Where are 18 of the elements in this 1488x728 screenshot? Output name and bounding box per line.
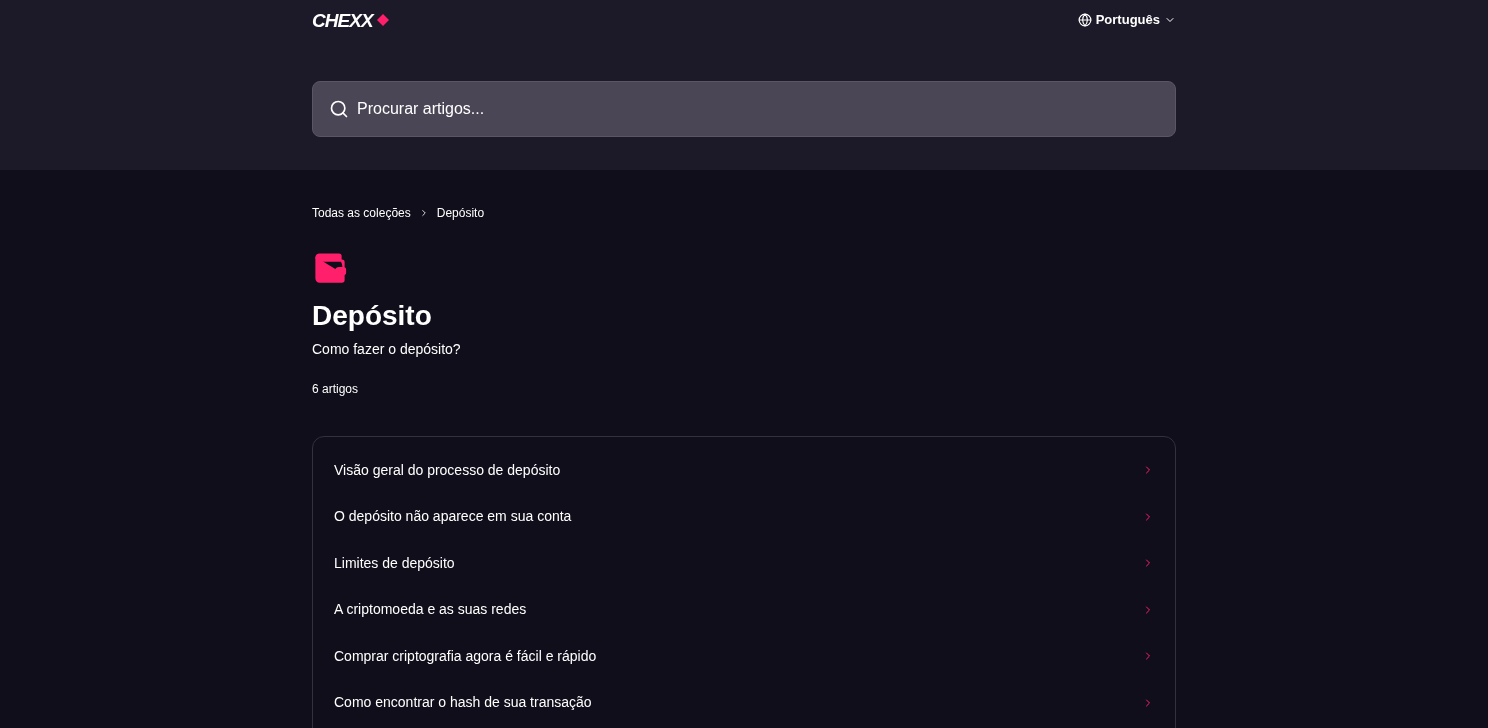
search-icon — [329, 99, 349, 119]
article-link[interactable]: Como encontrar o hash de sua transação — [313, 679, 1175, 726]
collection-title: Depósito — [312, 299, 433, 333]
breadcrumb-link[interactable]: Todas as coleções — [312, 204, 411, 222]
search-field[interactable]: Procurar artigos... — [312, 81, 1176, 137]
article-count: 6 artigos — [312, 381, 360, 398]
wallet-icon — [312, 250, 348, 286]
article-link[interactable]: O depósito não aparece em sua conta — [313, 493, 1175, 540]
article-link[interactable]: Limites de depósito — [313, 540, 1175, 587]
globe-icon — [1077, 13, 1092, 27]
logo-text[interactable]: CHEXX — [312, 10, 373, 30]
language-selector[interactable]: Português — [1077, 10, 1176, 30]
breadcrumb-link[interactable]: Depósito — [436, 204, 485, 222]
article-link[interactable]: Comprar criptografia agora é fácil e rápido — [313, 633, 1175, 680]
collection-description: Como fazer o depósito? — [312, 340, 462, 359]
article-link[interactable]: A criptomoeda e as suas redes — [313, 586, 1175, 633]
article-link[interactable]: Visão geral do processo de depósito — [313, 447, 1175, 494]
diamond-logo-icon — [376, 14, 389, 26]
